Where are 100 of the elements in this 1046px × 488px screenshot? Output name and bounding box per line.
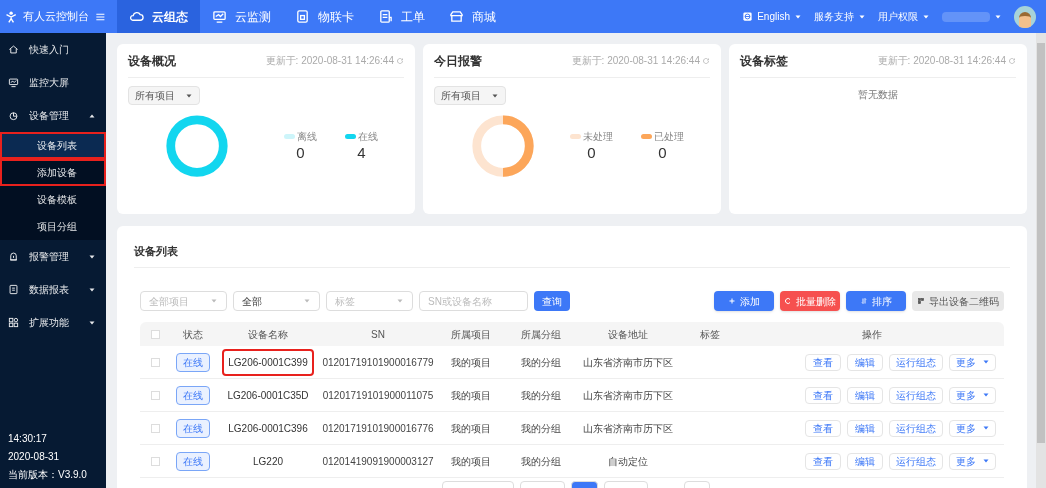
monitor-icon (8, 77, 19, 88)
row-action-button[interactable]: 查看 (805, 419, 841, 437)
card-title: 今日报警 (434, 52, 482, 70)
update-time: 更新于: 2020-08-31 14:26:44 (265, 54, 394, 68)
row-action-button[interactable]: 查看 (805, 386, 841, 404)
query-button[interactable]: 查询 (534, 291, 570, 311)
action-button[interactable]: 排序 (846, 291, 906, 311)
row-action-button[interactable]: 编辑 (847, 386, 883, 404)
nav-tab[interactable]: 云监测 (200, 0, 283, 33)
project-select[interactable]: 所有项目 (434, 86, 506, 105)
table-cell-text: 我的项目 (450, 454, 492, 469)
row-action-button[interactable]: 更多 (949, 386, 996, 404)
sidebar-item[interactable]: 监控大屏 (0, 66, 106, 99)
sidebar-subitem[interactable]: 添加设备 (0, 159, 106, 186)
sidebar-subitem[interactable]: 设备列表 (0, 132, 106, 159)
empty-text: 暂无数据 (857, 88, 899, 102)
bell-icon (8, 251, 19, 262)
sidebar-subitem[interactable]: 项目分组 (0, 213, 106, 240)
column-header: 标签 (699, 327, 721, 342)
row-action-button[interactable]: 运行组态 (889, 419, 943, 437)
brand-name: 有人云控制台 (23, 9, 90, 25)
row-action-button[interactable]: 运行组态 (889, 386, 943, 404)
sidebar-item[interactable]: 报警管理 (0, 240, 106, 273)
legend-label: 离线 (297, 130, 317, 145)
caret-icon (396, 297, 404, 305)
nav-tab[interactable]: 商城 (437, 0, 508, 33)
nav-tab[interactable]: 工单 (366, 0, 437, 33)
table-cell-text: 山东省济南市历下区 (582, 388, 674, 403)
caret-icon (981, 424, 990, 432)
legend-label: 未处理 (583, 130, 613, 145)
row-action-button[interactable]: 更多 (949, 452, 996, 470)
legend-label: 在线 (358, 130, 378, 145)
row-action-button[interactable]: 编辑 (847, 419, 883, 437)
refresh-icon (702, 56, 710, 65)
row-action-button[interactable]: 更多 (949, 353, 996, 371)
row-action-button[interactable]: 查看 (805, 452, 841, 470)
row-checkbox[interactable] (150, 390, 160, 400)
header-menu[interactable]: 服务支持 (814, 9, 866, 24)
sidebar-item[interactable]: 快速入门 (0, 33, 106, 66)
row-action-button[interactable]: 编辑 (847, 452, 883, 470)
table-cell-text: 01201719101900016776 (321, 421, 435, 436)
row-action-button[interactable]: 运行组态 (889, 452, 943, 470)
refresh-icon (396, 56, 404, 65)
status-tag: 在线 (176, 385, 210, 405)
footer-text: 2020-08-31 (8, 450, 61, 464)
row-checkbox[interactable] (150, 456, 160, 466)
column-header: 状态 (182, 327, 204, 342)
table-cell-text: 我的项目 (450, 355, 492, 370)
sort-icon (860, 297, 868, 305)
store-icon (449, 9, 464, 24)
sim-card-icon (295, 9, 310, 24)
action-button[interactable]: 添加 (714, 291, 774, 311)
table-cell-text: 山东省济南市历下区 (582, 421, 674, 436)
header-menu[interactable]: English (742, 9, 802, 24)
project-select[interactable]: 所有项目 (128, 86, 200, 105)
sidebar-item[interactable]: 设备管理 (0, 99, 106, 132)
row-action-button[interactable]: 查看 (805, 353, 841, 371)
caret-icon (981, 457, 990, 465)
caret-icon (981, 358, 990, 366)
filter-select[interactable]: 全部 (233, 291, 320, 311)
apps-icon (8, 317, 19, 328)
status-tag: 在线 (176, 451, 210, 471)
update-time: 更新于: 2020-08-31 14:26:44 (877, 54, 1006, 68)
nav-tab[interactable]: 云组态 (117, 0, 200, 33)
legend-value: 0 (587, 144, 596, 163)
nav-tab[interactable]: 物联卡 (283, 0, 366, 33)
refresh-icon (1008, 56, 1016, 65)
status-tag: 在线 (176, 418, 210, 438)
report-icon (8, 284, 19, 295)
header-menu[interactable]: 用户权限 (878, 9, 930, 24)
table-cell-text: 我的项目 (450, 388, 492, 403)
table-cell-text: 01201719101900011075 (321, 388, 435, 403)
refresh-icon (784, 297, 792, 305)
sidebar-subitem[interactable]: 设备模板 (0, 186, 106, 213)
action-button[interactable]: 批量删除 (780, 291, 840, 311)
sidebar-item[interactable]: 数据报表 (0, 273, 106, 306)
caret-icon (981, 391, 990, 399)
card-title: 设备标签 (740, 52, 788, 70)
legend-value: 0 (658, 144, 667, 163)
select-all-checkbox[interactable] (150, 329, 160, 339)
globe-icon (742, 11, 754, 22)
row-action-button[interactable]: 编辑 (847, 353, 883, 371)
row-checkbox[interactable] (150, 357, 160, 367)
caret-icon (210, 297, 218, 305)
plus-icon (728, 297, 736, 305)
table-cell-text: 我的分组 (520, 355, 562, 370)
legend-label: 已处理 (654, 130, 684, 145)
sidebar-item[interactable]: 扩展功能 (0, 306, 106, 339)
table-cell-text: 01201719101900016779 (321, 355, 435, 370)
column-header: 所属项目 (450, 327, 492, 342)
column-header: 设备名称 (247, 327, 289, 342)
pie-chart-icon (8, 110, 19, 121)
footer-text: 当前版本：V3.9.0 (8, 468, 88, 482)
row-action-button[interactable]: 运行组态 (889, 353, 943, 371)
row-action-button[interactable]: 更多 (949, 419, 996, 437)
avatar-icon[interactable] (1014, 5, 1036, 28)
row-checkbox[interactable] (150, 423, 160, 433)
account-menu[interactable] (942, 11, 1002, 22)
column-header: 操作 (861, 327, 883, 342)
column-header: 设备地址 (607, 327, 649, 342)
